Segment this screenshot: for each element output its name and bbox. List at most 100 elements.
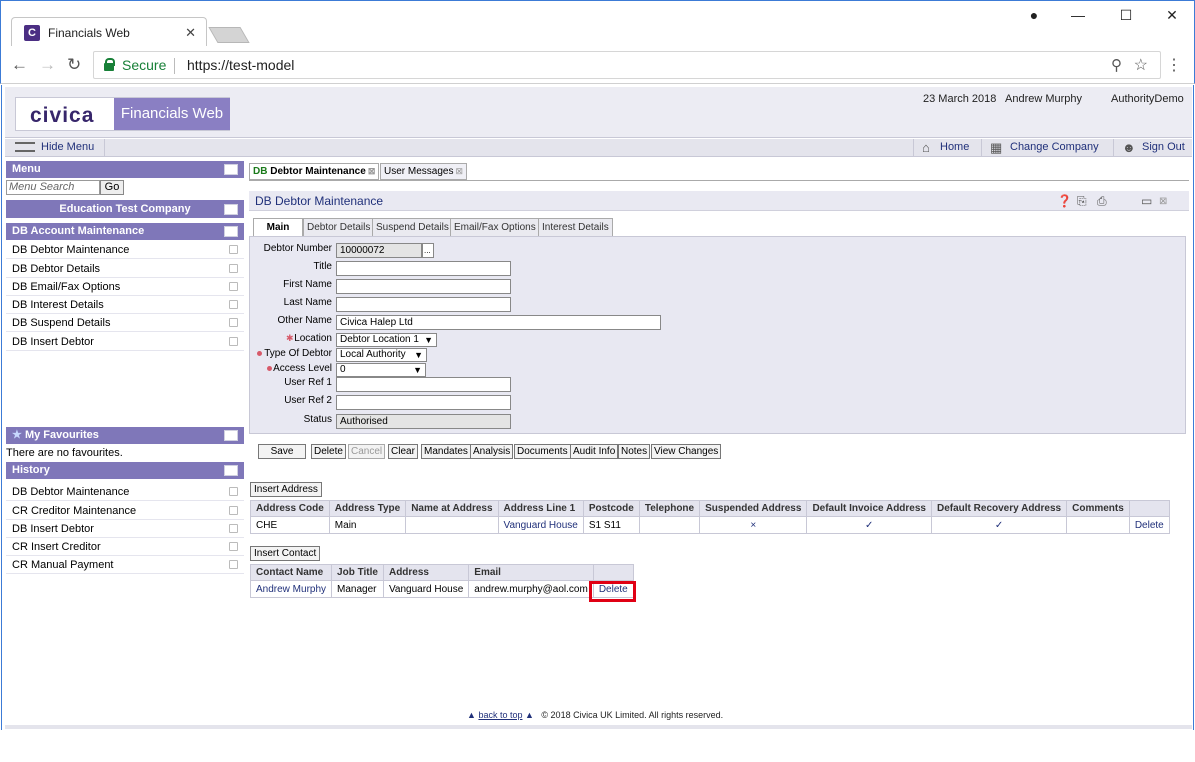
window-toggle-icon[interactable] (224, 164, 238, 175)
delete-button[interactable]: Delete (311, 444, 346, 459)
col-header[interactable]: Suspended Address (699, 500, 808, 517)
history-item[interactable]: CR Creditor Maintenance (6, 502, 244, 520)
sidebar-item-suspend[interactable]: DB Suspend Details (6, 314, 244, 332)
home-link[interactable]: ⌂ Home (913, 139, 981, 156)
history-item[interactable]: CR Insert Creditor (6, 538, 244, 556)
zoom-icon[interactable]: ⚲ (1111, 56, 1122, 74)
type-of-debtor-select[interactable]: Local Authority ▼ (336, 348, 427, 362)
new-tab-button[interactable] (208, 27, 250, 43)
bookmark-star-icon[interactable]: ☆ (1134, 55, 1148, 75)
maximize-icon[interactable]: ☐ (1111, 5, 1141, 25)
browser-menu-icon[interactable]: ⋮ (1166, 55, 1182, 75)
clear-button[interactable]: Clear (388, 444, 418, 459)
external-link-icon[interactable] (229, 542, 238, 551)
view-changes-button[interactable]: View Changes (651, 444, 722, 459)
section-header[interactable]: DB Account Maintenance (6, 223, 244, 240)
tab-email-fax[interactable]: Email/Fax Options (450, 218, 540, 236)
back-arrow-icon[interactable]: ← (11, 55, 28, 75)
window-toggle-icon[interactable] (224, 204, 238, 215)
sidebar-item-debtor-details[interactable]: DB Debtor Details (6, 260, 244, 278)
reload-icon[interactable]: ↻ (67, 55, 81, 75)
edit-section-icon[interactable] (224, 226, 238, 237)
access-level-select[interactable]: 0 ▼ (336, 363, 426, 377)
col-header[interactable]: Address (382, 564, 470, 581)
col-header[interactable]: Postcode (582, 500, 640, 517)
minimize-icon[interactable]: — (1063, 5, 1093, 25)
col-header[interactable]: Comments (1066, 500, 1130, 517)
browser-tab[interactable]: C Financials Web ✕ (11, 17, 207, 47)
other-name-field[interactable]: Civica Halep Ltd (336, 315, 661, 330)
insert-contact-button[interactable]: Insert Contact (250, 546, 321, 561)
col-header[interactable]: Default Invoice Address (806, 500, 932, 517)
mandates-button[interactable]: Mandates (421, 444, 471, 459)
help-icon[interactable]: ❓ (1057, 194, 1072, 208)
col-header[interactable]: Telephone (638, 500, 701, 517)
location-select[interactable]: Debtor Location 1 ▼ (336, 333, 437, 347)
hide-menu-button[interactable]: Hide Menu (5, 139, 105, 156)
close-panel-icon[interactable]: ⊠ (1159, 196, 1167, 207)
address-delete-link[interactable]: Delete (1128, 516, 1170, 534)
notes-button[interactable]: Notes (618, 444, 651, 459)
col-header[interactable]: Email (468, 564, 594, 581)
external-link-icon[interactable] (229, 560, 238, 569)
tab-main[interactable]: Main (253, 218, 303, 237)
address-line1-link[interactable]: Vanguard House (497, 516, 584, 534)
browser-titlebar: C Financials Web ✕ ● — ☐ ✕ (0, 0, 1195, 47)
print-icon[interactable]: ⎙ (1097, 194, 1107, 209)
close-tab-icon[interactable]: ✕ (185, 25, 196, 41)
profile-icon[interactable]: ● (1019, 5, 1049, 25)
sidebar-item-debtor-maintenance[interactable]: DB Debtor Maintenance (6, 241, 244, 259)
close-tab-icon[interactable]: ⊠ (455, 166, 463, 176)
change-company-link[interactable]: ▦ Change Company (981, 139, 1105, 156)
col-header[interactable]: Address Type (328, 500, 407, 517)
history-item[interactable]: CR Manual Payment (6, 556, 244, 574)
tab-interest-details[interactable]: Interest Details (538, 218, 613, 236)
user-ref1-field[interactable] (336, 377, 511, 392)
documents-button[interactable]: Documents (514, 444, 571, 459)
col-header[interactable]: Contact Name (249, 564, 333, 581)
sidebar-item-insert-debtor[interactable]: DB Insert Debtor (6, 333, 244, 351)
url-bar[interactable]: Secure https://test-model ⚲ ☆ (93, 51, 1161, 79)
analysis-button[interactable]: Analysis (470, 444, 514, 459)
menu-go-button[interactable]: Go (100, 180, 124, 195)
title-field[interactable] (336, 261, 511, 276)
window-toggle-icon[interactable] (224, 430, 238, 441)
window-icon[interactable]: ▭ (1141, 194, 1152, 208)
header-user: Andrew Murphy (1005, 93, 1083, 105)
close-tab-icon[interactable]: ⊠ (368, 166, 376, 176)
tab-debtor-details[interactable]: Debtor Details (303, 218, 375, 236)
save-button[interactable]: Save (258, 444, 306, 459)
window-toggle-icon[interactable] (224, 465, 238, 476)
col-header[interactable]: Job Title (331, 564, 384, 581)
history-item[interactable]: DB Insert Debtor (6, 520, 244, 538)
insert-address-button[interactable]: Insert Address (250, 482, 322, 497)
external-link-icon[interactable] (229, 487, 238, 496)
cancel-button[interactable]: Cancel (348, 444, 386, 459)
back-to-top-link[interactable]: back to top (478, 710, 522, 720)
debtor-number-field[interactable]: 10000072 (336, 243, 422, 258)
first-name-field[interactable] (336, 279, 511, 294)
col-header[interactable]: Name at Address (405, 500, 499, 517)
last-name-field[interactable] (336, 297, 511, 312)
col-header[interactable]: Address Code (250, 500, 330, 517)
sidebar-item-interest[interactable]: DB Interest Details (6, 296, 244, 314)
sign-out-link[interactable]: ☻ Sign Out (1113, 139, 1192, 156)
menu-search-input[interactable]: Menu Search (6, 180, 100, 195)
sidebar-item-email-fax[interactable]: DB Email/Fax Options (6, 278, 244, 296)
tab-user-messages[interactable]: User Messages ⊠ (380, 163, 468, 180)
export-icon[interactable]: ⎘ (1077, 194, 1087, 209)
tab-debtor-maintenance[interactable]: DB Debtor Maintenance ⊠ (249, 163, 380, 180)
audit-info-button[interactable]: Audit Info (570, 444, 619, 459)
external-link-icon[interactable] (229, 506, 238, 515)
forward-arrow-icon[interactable]: → (39, 55, 56, 75)
contact-name-link[interactable]: Andrew Murphy (249, 580, 333, 598)
close-window-icon[interactable]: ✕ (1157, 5, 1187, 25)
debtor-lookup-button[interactable]: ... (422, 243, 434, 258)
external-link-icon[interactable] (229, 524, 238, 533)
col-header[interactable]: Address Line 1 (497, 500, 584, 517)
tab-suspend-details[interactable]: Suspend Details (372, 218, 453, 236)
col-header[interactable]: Default Recovery Address (930, 500, 1068, 517)
user-ref2-field[interactable] (336, 395, 511, 410)
history-header: History (6, 462, 244, 479)
history-item[interactable]: DB Debtor Maintenance (6, 483, 244, 501)
